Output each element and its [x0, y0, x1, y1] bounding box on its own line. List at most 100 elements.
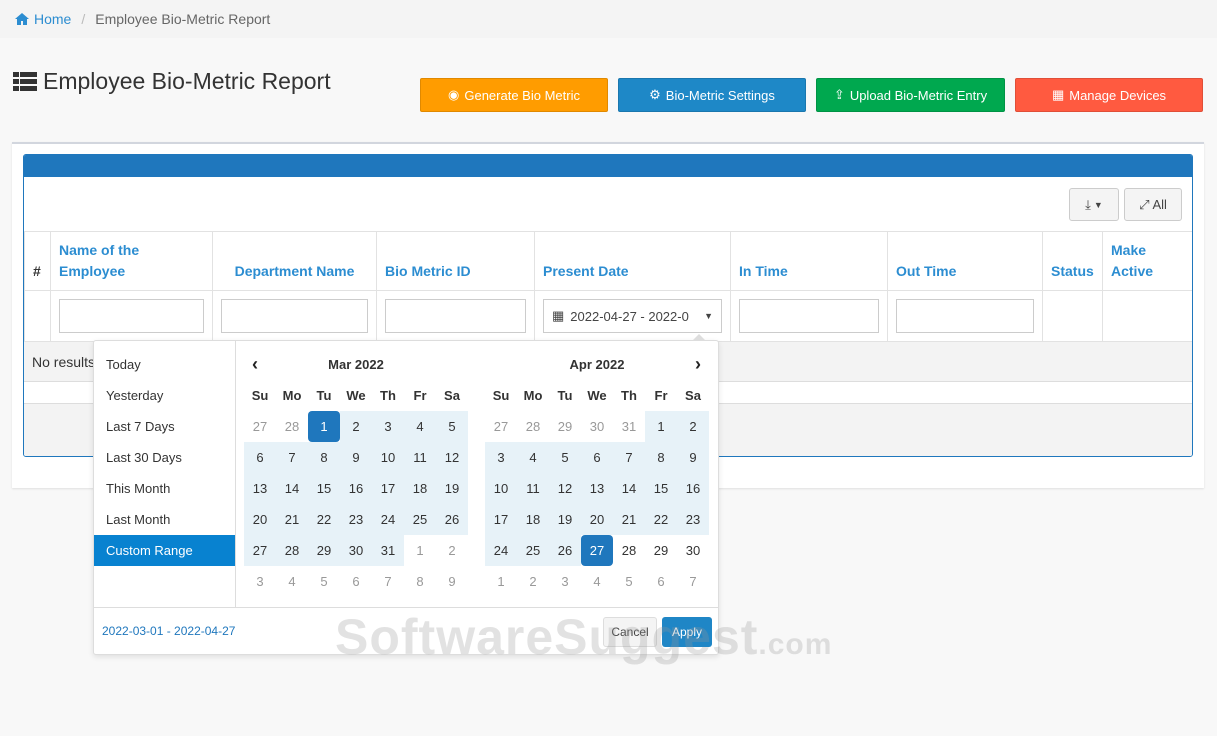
present-date-filter[interactable]: ▦ 2022-04-27 - 2022-0 ▼ — [543, 299, 722, 333]
calendar-day[interactable]: 19 — [436, 473, 468, 504]
range-option[interactable]: Custom Range — [94, 535, 235, 566]
calendar-day[interactable]: 4 — [404, 411, 436, 442]
calendar-day[interactable]: 4 — [517, 442, 549, 473]
breadcrumb-home-link[interactable]: Home — [14, 11, 71, 27]
calendar-day[interactable]: 7 — [613, 442, 645, 473]
calendar-day[interactable]: 4 — [276, 566, 308, 597]
calendar-day[interactable]: 3 — [372, 411, 404, 442]
calendar-day[interactable]: 5 — [308, 566, 340, 597]
calendar-day[interactable]: 29 — [308, 535, 340, 566]
calendar-day[interactable]: 16 — [677, 473, 709, 504]
calendar-day[interactable]: 4 — [581, 566, 613, 597]
calendar-day[interactable]: 2 — [677, 411, 709, 442]
calendar-day[interactable]: 27 — [485, 411, 517, 442]
calendar-day[interactable]: 8 — [404, 566, 436, 597]
department-filter[interactable] — [221, 299, 368, 333]
calendar-day[interactable]: 15 — [645, 473, 677, 504]
column-header-index[interactable]: # — [24, 231, 51, 291]
calendar-day[interactable]: 27 — [244, 411, 276, 442]
calendar-day[interactable]: 1 — [404, 535, 436, 566]
calendar-day[interactable]: 8 — [645, 442, 677, 473]
calendar-day[interactable]: 28 — [276, 411, 308, 442]
column-header-in-time[interactable]: In Time — [730, 231, 888, 291]
calendar-day[interactable]: 17 — [372, 473, 404, 504]
calendar-day[interactable]: 28 — [276, 535, 308, 566]
calendar-day[interactable]: 11 — [404, 442, 436, 473]
in-time-filter[interactable] — [739, 299, 879, 333]
column-header-make-active[interactable]: Make Active — [1102, 231, 1192, 291]
calendar-day[interactable]: 27 — [244, 535, 276, 566]
calendar-day[interactable]: 24 — [372, 504, 404, 535]
calendar-day[interactable]: 24 — [485, 535, 517, 566]
calendar-day[interactable]: 1 — [485, 566, 517, 597]
calendar-day[interactable]: 7 — [677, 566, 709, 597]
calendar-day[interactable]: 20 — [581, 504, 613, 535]
calendar-day[interactable]: 31 — [372, 535, 404, 566]
range-option[interactable]: This Month — [94, 473, 235, 504]
calendar-day[interactable]: 30 — [340, 535, 372, 566]
calendar-day[interactable]: 7 — [372, 566, 404, 597]
calendar-day[interactable]: 8 — [308, 442, 340, 473]
calendar-day[interactable]: 9 — [340, 442, 372, 473]
column-header-department[interactable]: Department Name — [212, 231, 377, 291]
calendar-day[interactable]: 1 — [645, 411, 677, 442]
calendar-day[interactable]: 14 — [613, 473, 645, 504]
calendar-day[interactable]: 27 — [581, 535, 613, 566]
calendar-day[interactable]: 5 — [613, 566, 645, 597]
calendar-day[interactable]: 29 — [549, 411, 581, 442]
calendar-day[interactable]: 9 — [677, 442, 709, 473]
calendar-day[interactable]: 31 — [613, 411, 645, 442]
calendar-day[interactable]: 28 — [517, 411, 549, 442]
chevron-right-icon[interactable]: › — [695, 349, 701, 380]
calendar-day[interactable]: 2 — [436, 535, 468, 566]
range-option[interactable]: Today — [94, 349, 235, 380]
calendar-day[interactable]: 6 — [581, 442, 613, 473]
calendar-day[interactable]: 30 — [677, 535, 709, 566]
cancel-button[interactable]: Cancel — [603, 617, 657, 647]
calendar-day[interactable]: 2 — [340, 411, 372, 442]
chevron-left-icon[interactable]: ‹ — [252, 349, 258, 380]
out-time-filter[interactable] — [896, 299, 1034, 333]
column-header-out-time[interactable]: Out Time — [887, 231, 1043, 291]
calendar-day[interactable]: 16 — [340, 473, 372, 504]
calendar-day[interactable]: 25 — [517, 535, 549, 566]
calendar-day[interactable]: 10 — [372, 442, 404, 473]
calendar-day[interactable]: 1 — [308, 411, 340, 442]
calendar-day[interactable]: 29 — [645, 535, 677, 566]
calendar-day[interactable]: 3 — [485, 442, 517, 473]
expand-all-button[interactable]: ⤢ All — [1124, 188, 1182, 221]
calendar-day[interactable]: 7 — [276, 442, 308, 473]
calendar-day[interactable]: 14 — [276, 473, 308, 504]
calendar-day[interactable]: 18 — [404, 473, 436, 504]
calendar-day[interactable]: 26 — [436, 504, 468, 535]
calendar-day[interactable]: 5 — [436, 411, 468, 442]
upload-bio-metric-entry-button[interactable]: ⇪ Upload Bio-Metric Entry — [816, 78, 1005, 112]
calendar-day[interactable]: 23 — [677, 504, 709, 535]
calendar-day[interactable]: 15 — [308, 473, 340, 504]
range-option[interactable]: Yesterday — [94, 380, 235, 411]
column-header-employee-name[interactable]: Name of the Employee — [50, 231, 213, 291]
calendar-day[interactable]: 17 — [485, 504, 517, 535]
calendar-day[interactable]: 9 — [436, 566, 468, 597]
calendar-day[interactable]: 22 — [645, 504, 677, 535]
calendar-day[interactable]: 6 — [244, 442, 276, 473]
column-header-present-date[interactable]: Present Date — [534, 231, 731, 291]
bio-metric-settings-button[interactable]: ⚙ Bio-Metric Settings — [618, 78, 806, 112]
calendar-day[interactable]: 12 — [436, 442, 468, 473]
bio-metric-id-filter[interactable] — [385, 299, 526, 333]
calendar-day[interactable]: 11 — [517, 473, 549, 504]
export-dropdown-button[interactable]: ⤓ ▼ — [1069, 188, 1119, 221]
calendar-day[interactable]: 18 — [517, 504, 549, 535]
manage-devices-button[interactable]: ▦ Manage Devices — [1015, 78, 1203, 112]
calendar-day[interactable]: 13 — [244, 473, 276, 504]
calendar-day[interactable]: 2 — [517, 566, 549, 597]
column-header-status[interactable]: Status — [1042, 231, 1103, 291]
calendar-day[interactable]: 6 — [340, 566, 372, 597]
calendar-day[interactable]: 28 — [613, 535, 645, 566]
generate-bio-metric-button[interactable]: ◉ Generate Bio Metric — [420, 78, 608, 112]
calendar-day[interactable]: 23 — [340, 504, 372, 535]
calendar-day[interactable]: 22 — [308, 504, 340, 535]
calendar-day[interactable]: 19 — [549, 504, 581, 535]
calendar-day[interactable]: 3 — [244, 566, 276, 597]
calendar-day[interactable]: 12 — [549, 473, 581, 504]
